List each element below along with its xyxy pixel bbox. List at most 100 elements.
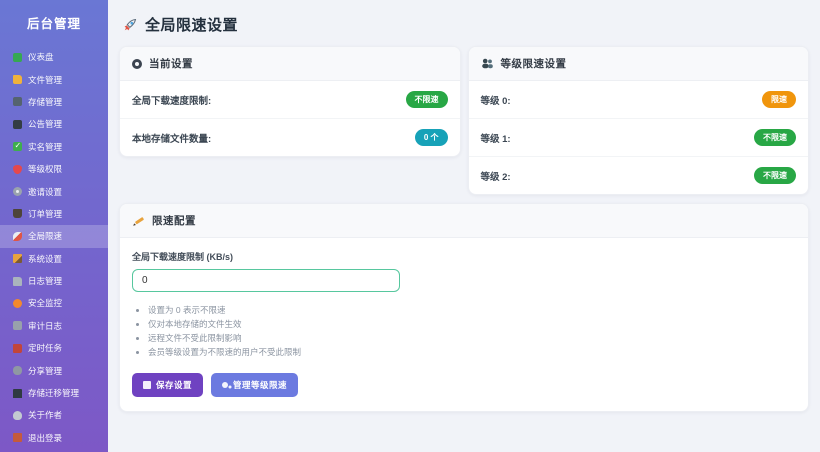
status-badge: 限速 <box>762 91 796 108</box>
sidebar-item-orders[interactable]: 订单管理 <box>0 203 108 225</box>
sidebar-item-realname[interactable]: 实名管理 <box>0 136 108 158</box>
shield-icon <box>13 164 22 174</box>
stat-row-download-limit: 全局下载速度限制: 不限速 <box>120 81 460 118</box>
sidebar-item-label: 存储管理 <box>28 96 63 107</box>
sidebar-item-label: 分享管理 <box>28 365 63 376</box>
save-button-label: 保存设置 <box>156 380 193 391</box>
laptop-icon <box>13 388 22 398</box>
sidebar-item-system-settings[interactable]: 系统设置 <box>0 248 108 270</box>
sidebar-item-about-author[interactable]: 关于作者 <box>0 404 108 426</box>
note-item: 仅对本地存储的文件生效 <box>148 317 796 331</box>
sidebar-item-level-permissions[interactable]: 等级权限 <box>0 158 108 180</box>
manage-button-label: 管理等级限速 <box>233 380 288 391</box>
app-title: 后台管理 <box>26 17 81 31</box>
stat-label: 全局下载速度限制: <box>132 95 212 107</box>
storage-icon <box>13 97 22 107</box>
sidebar-item-audit-log[interactable]: 审计日志 <box>0 315 108 337</box>
sidebar-nav: 仪表盘 文件管理 存储管理 公告管理 实名管理 等级权限 邀请设置 订单管理 <box>0 46 108 449</box>
config-notes: 设置为 0 表示不限速 仅对本地存储的文件生效 远程文件不受此限制影响 会员等级… <box>137 303 796 359</box>
main-content: 全局限速设置 当前设置 全局下载速度限制: 不限速 本地存储文件数量: 0 个 <box>108 0 820 413</box>
document-icon <box>13 276 22 286</box>
person-icon <box>13 410 22 420</box>
card-title: 当前设置 <box>149 58 193 70</box>
config-card-body: 全局下载速度限制 (KB/s) 设置为 0 表示不限速 仅对本地存储的文件生效 … <box>120 238 808 411</box>
save-icon <box>143 381 151 390</box>
monitor-icon <box>13 298 22 308</box>
stat-row-level-0: 等级 0: 限速 <box>469 81 809 118</box>
sidebar-item-logs[interactable]: 日志管理 <box>0 270 108 292</box>
page-header: 全局限速设置 <box>119 9 809 46</box>
level-settings-card: 等级限速设置 等级 0: 限速 等级 1: 不限速 等级 2: 不限速 <box>467 46 809 195</box>
save-settings-button[interactable]: 保存设置 <box>132 373 204 398</box>
sidebar-item-invite-settings[interactable]: 邀请设置 <box>0 180 108 202</box>
pencil-icon <box>133 217 144 226</box>
note-item: 会员等级设置为不限速的用户不受此限制 <box>148 345 796 359</box>
sidebar-item-label: 退出登录 <box>28 432 63 443</box>
download-limit-label: 全局下载速度限制 (KB/s) <box>132 252 233 262</box>
announcement-icon <box>13 119 22 129</box>
download-limit-input[interactable] <box>132 269 400 292</box>
sidebar-item-label: 订单管理 <box>28 208 63 219</box>
sidebar-item-security-monitor[interactable]: 安全监控 <box>0 292 108 314</box>
sidebar-item-storage-migration[interactable]: 存储迁移管理 <box>0 382 108 404</box>
sidebar-item-label: 实名管理 <box>28 141 63 152</box>
folder-icon <box>13 75 22 85</box>
status-badge: 不限速 <box>754 129 796 146</box>
current-settings-card-header: 当前设置 <box>120 47 460 81</box>
sidebar-item-scheduled-tasks[interactable]: 定时任务 <box>0 337 108 359</box>
sidebar-item-label: 邀请设置 <box>28 186 63 197</box>
pencil-icon <box>13 254 22 264</box>
check-icon <box>13 141 22 152</box>
sidebar-item-dashboard[interactable]: 仪表盘 <box>0 46 108 68</box>
sidebar-item-label: 存储迁移管理 <box>28 388 80 399</box>
paperclip-icon <box>13 366 22 376</box>
sidebar-item-label: 审计日志 <box>28 320 63 331</box>
people-icon <box>222 382 229 389</box>
audit-log-icon <box>13 321 22 331</box>
sidebar-item-storage[interactable]: 存储管理 <box>0 91 108 113</box>
count-badge: 0 个 <box>414 129 448 146</box>
card-title: 等级限速设置 <box>500 58 567 70</box>
config-actions: 保存设置 管理等级限速 <box>132 373 796 398</box>
sidebar-item-logout[interactable]: 退出登录 <box>0 427 108 449</box>
status-cards-row: 当前设置 全局下载速度限制: 不限速 本地存储文件数量: 0 个 等级限速设置 <box>119 46 809 195</box>
people-icon <box>481 58 493 69</box>
status-badge: 不限速 <box>405 91 448 108</box>
sidebar-item-share-management[interactable]: 分享管理 <box>0 359 108 381</box>
book-icon <box>13 343 22 353</box>
gear-icon <box>13 187 22 197</box>
stat-row-level-2: 等级 2: 不限速 <box>468 156 808 194</box>
manage-level-limits-button[interactable]: 管理等级限速 <box>211 373 299 398</box>
logout-icon <box>13 433 22 443</box>
sidebar-item-label: 安全监控 <box>28 298 63 309</box>
sidebar-item-label: 全局限速 <box>28 231 63 242</box>
sidebar-item-label: 定时任务 <box>28 343 63 354</box>
sidebar: 后台管理 仪表盘 文件管理 存储管理 公告管理 实名管理 等级权限 邀请设置 <box>0 0 108 452</box>
stat-label: 等级 1: <box>480 133 511 145</box>
current-settings-card: 当前设置 全局下载速度限制: 不限速 本地存储文件数量: 0 个 <box>119 46 461 157</box>
dashboard-icon <box>13 52 22 62</box>
note-item: 设置为 0 表示不限速 <box>148 303 796 317</box>
card-title: 限速配置 <box>152 215 196 227</box>
stat-label: 等级 0: <box>480 95 511 107</box>
stat-row-local-file-count: 本地存储文件数量: 0 个 <box>120 118 460 156</box>
sidebar-item-label: 文件管理 <box>28 74 63 85</box>
sidebar-item-global-speed-limit[interactable]: 全局限速 <box>0 225 108 248</box>
gear-icon <box>132 58 142 69</box>
sidebar-item-label: 公告管理 <box>28 119 63 130</box>
status-badge: 不限速 <box>754 167 796 184</box>
rocket-icon <box>124 18 137 30</box>
page-title: 全局限速设置 <box>145 17 239 34</box>
sidebar-item-label: 等级权限 <box>28 164 63 175</box>
cart-icon <box>13 209 22 219</box>
sidebar-item-files[interactable]: 文件管理 <box>0 68 108 90</box>
speed-limit-config-card: 限速配置 全局下载速度限制 (KB/s) 设置为 0 表示不限速 仅对本地存储的… <box>119 203 809 413</box>
sidebar-item-label: 系统设置 <box>28 253 63 264</box>
config-card-header: 限速配置 <box>120 204 808 238</box>
note-item: 远程文件不受此限制影响 <box>148 331 796 345</box>
stat-label: 本地存储文件数量: <box>132 133 212 145</box>
sidebar-item-announcements[interactable]: 公告管理 <box>0 113 108 135</box>
rocket-icon <box>13 231 22 241</box>
level-settings-card-header: 等级限速设置 <box>468 47 808 81</box>
stat-row-level-1: 等级 1: 不限速 <box>468 118 808 156</box>
